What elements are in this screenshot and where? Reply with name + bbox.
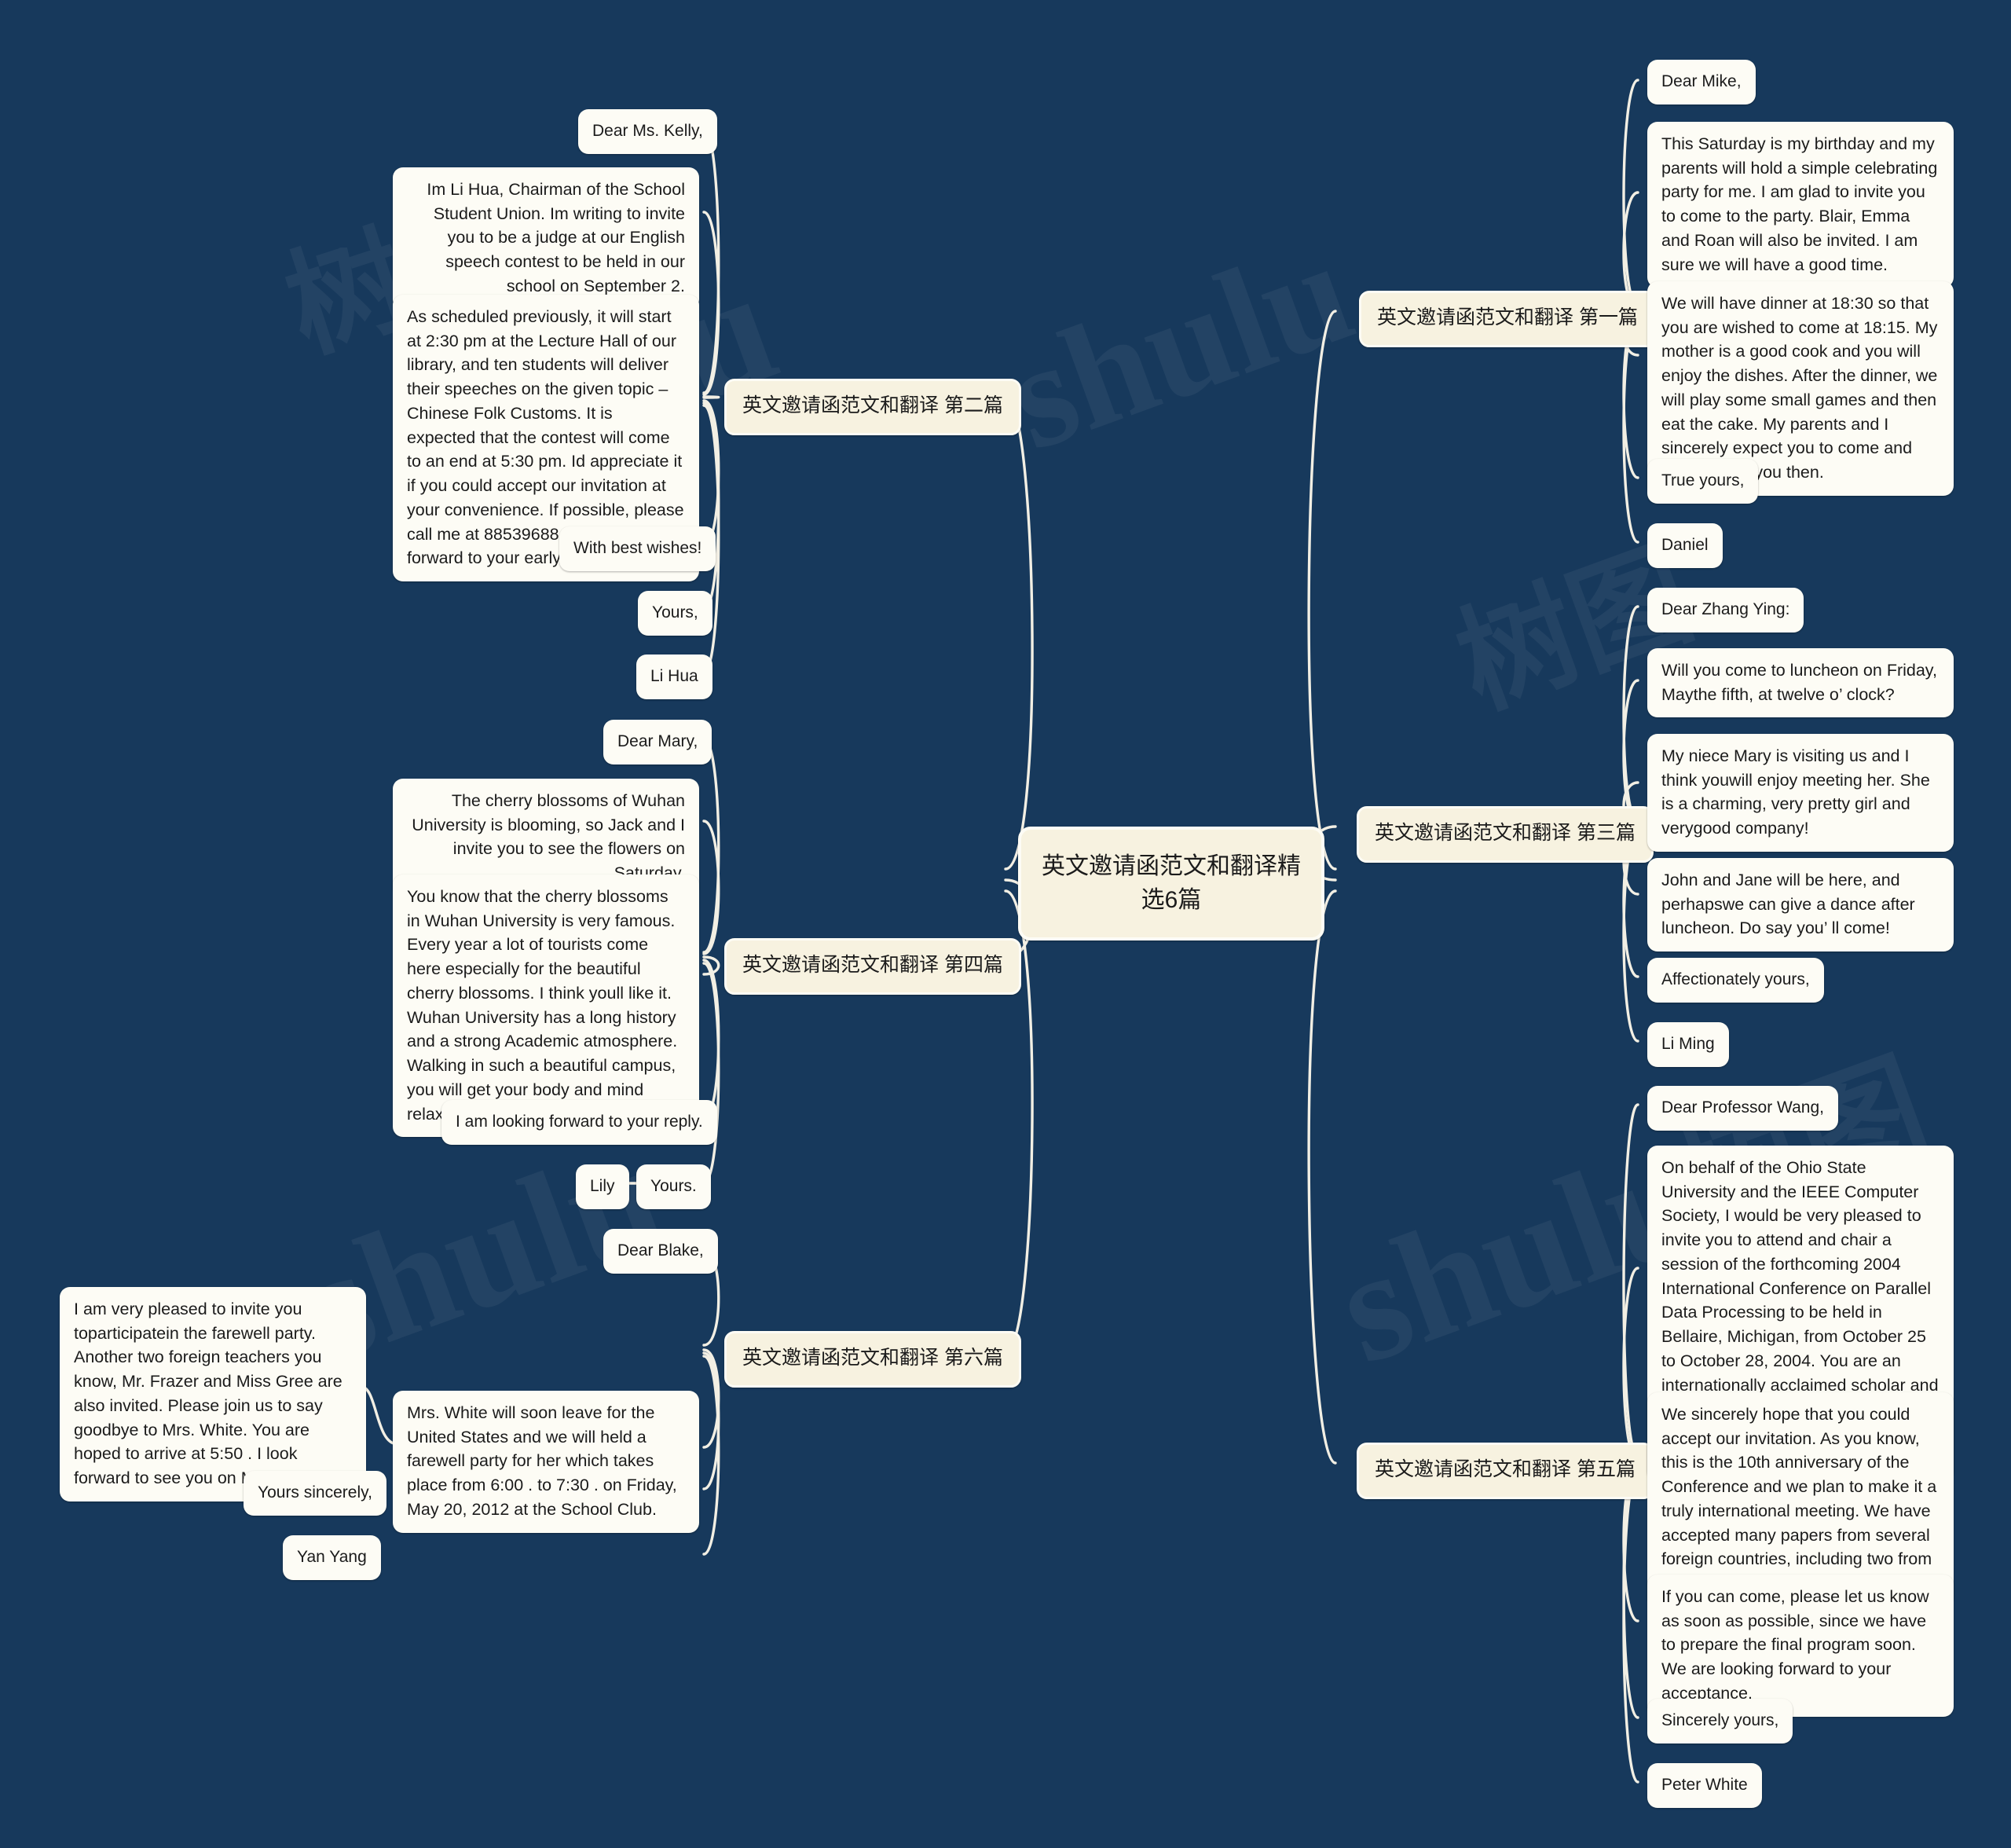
piece4-salutation[interactable]: Dear Mary, (603, 720, 712, 765)
topic-node-piece1[interactable]: 英文邀请函范文和翻译 第一篇 (1359, 291, 1656, 347)
piece6-salutation[interactable]: Dear Blake, (603, 1229, 718, 1274)
watermark: shulu (987, 207, 1372, 482)
node-text: Dear Blake, (617, 1241, 704, 1260)
topic-label: 英文邀请函范文和翻译 第二篇 (742, 394, 1003, 416)
piece5-body3[interactable]: If you can come, please let us know as s… (1647, 1575, 1954, 1717)
node-text: We will have dinner at 18:30 so that you… (1661, 294, 1938, 482)
node-text: Lily (590, 1177, 615, 1195)
piece2-body1[interactable]: Im Li Hua, Chairman of the School Studen… (393, 167, 699, 310)
node-text: Im Li Hua, Chairman of the School Studen… (427, 180, 685, 295)
piece2-salutation[interactable]: Dear Ms. Kelly, (578, 109, 717, 155)
piece6-closing[interactable]: Yours sincerely, (244, 1471, 386, 1516)
node-text: Peter White (1661, 1776, 1748, 1794)
topic-label: 英文邀请函范文和翻译 第六篇 (742, 1347, 1003, 1369)
node-text: Dear Mike, (1661, 72, 1742, 90)
node-text: With best wishes! (573, 539, 702, 557)
node-text: Yours sincerely, (258, 1483, 372, 1502)
piece1-body1[interactable]: This Saturday is my birthday and my pare… (1647, 122, 1954, 288)
topic-node-piece6[interactable]: 英文邀请函范文和翻译 第六篇 (724, 1331, 1021, 1388)
node-text: Dear Zhang Ying: (1661, 600, 1790, 618)
piece3-signature[interactable]: Li Ming (1647, 1022, 1729, 1068)
piece5-closing[interactable]: Sincerely yours, (1647, 1699, 1793, 1744)
piece3-body2[interactable]: My niece Mary is visiting us and I think… (1647, 734, 1954, 852)
piece5-signature[interactable]: Peter White (1647, 1763, 1762, 1809)
node-text: Li Ming (1661, 1035, 1715, 1053)
piece3-body1[interactable]: Will you come to luncheon on Friday, May… (1647, 648, 1954, 718)
node-text: Yan Yang (297, 1548, 367, 1566)
node-text: True yours, (1661, 471, 1745, 490)
topic-node-piece5[interactable]: 英文邀请函范文和翻译 第五篇 (1357, 1443, 1654, 1499)
topic-node-piece4[interactable]: 英文邀请函范文和翻译 第四篇 (724, 938, 1021, 995)
node-text: Affectionately yours, (1661, 970, 1810, 988)
node-text: Dear Ms. Kelly, (592, 122, 703, 140)
node-text: Yours, (652, 603, 698, 622)
node-text: Dear Professor Wang, (1661, 1098, 1824, 1116)
node-text: We sincerely hope that you could accept … (1661, 1405, 1937, 1593)
node-text: John and Jane will be here, and perhapsw… (1661, 871, 1915, 938)
node-text: This Saturday is my birthday and my pare… (1661, 134, 1938, 274)
piece6-body1[interactable]: Mrs. White will soon leave for the Unite… (393, 1391, 699, 1533)
mindmap-canvas: 树图 shulu shulu shulu shulu 树图 树图 (0, 0, 2011, 1848)
piece4-closing[interactable]: Yours. (636, 1164, 711, 1210)
node-text: Li Hua (650, 667, 698, 685)
piece3-salutation[interactable]: Dear Zhang Ying: (1647, 588, 1804, 633)
node-text: If you can come, please let us know as s… (1661, 1587, 1929, 1703)
piece2-wishes[interactable]: With best wishes! (559, 526, 716, 572)
node-text: Daniel (1661, 536, 1709, 554)
node-text: You know that the cherry blossoms in Wuh… (407, 887, 678, 1124)
piece5-salutation[interactable]: Dear Professor Wang, (1647, 1086, 1838, 1131)
piece1-signature[interactable]: Daniel (1647, 523, 1723, 569)
node-text: Will you come to luncheon on Friday, May… (1661, 661, 1937, 704)
root-label: 英文邀请函范文和翻译精选6篇 (1042, 853, 1301, 913)
piece4-body2[interactable]: You know that the cherry blossoms in Wuh… (393, 874, 699, 1138)
piece3-body3[interactable]: John and Jane will be here, and perhapsw… (1647, 858, 1954, 952)
topic-node-piece2[interactable]: 英文邀请函范文和翻译 第二篇 (724, 379, 1021, 435)
piece4-reply[interactable]: I am looking forward to your reply. (441, 1100, 717, 1146)
node-text: Sincerely yours, (1661, 1711, 1779, 1729)
node-text: My niece Mary is visiting us and I think… (1661, 746, 1930, 838)
node-text: Mrs. White will soon leave for the Unite… (407, 1403, 677, 1519)
piece3-closing[interactable]: Affectionately yours, (1647, 958, 1824, 1003)
piece2-signature[interactable]: Li Hua (636, 654, 712, 700)
piece6-signature[interactable]: Yan Yang (283, 1535, 381, 1581)
piece1-closing[interactable]: True yours, (1647, 459, 1759, 504)
topic-label: 英文邀请函范文和翻译 第五篇 (1375, 1458, 1636, 1480)
topic-label: 英文邀请函范文和翻译 第四篇 (742, 954, 1003, 976)
topic-label: 英文邀请函范文和翻译 第三篇 (1375, 822, 1636, 844)
node-text: I am very pleased to invite you topartic… (74, 1300, 342, 1488)
node-text: Dear Mary, (617, 732, 698, 750)
topic-node-piece3[interactable]: 英文邀请函范文和翻译 第三篇 (1357, 806, 1654, 863)
piece6-body1-child[interactable]: I am very pleased to invite you topartic… (60, 1287, 366, 1502)
piece2-closing[interactable]: Yours, (638, 591, 712, 636)
root-node[interactable]: 英文邀请函范文和翻译精选6篇 (1018, 827, 1324, 941)
piece4-signature[interactable]: Lily (576, 1164, 629, 1210)
node-text: Yours. (650, 1177, 697, 1195)
node-text: I am looking forward to your reply. (456, 1113, 703, 1131)
piece1-salutation[interactable]: Dear Mike, (1647, 60, 1756, 105)
node-text: The cherry blossoms of Wuhan University … (412, 791, 685, 883)
topic-label: 英文邀请函范文和翻译 第一篇 (1377, 306, 1638, 328)
